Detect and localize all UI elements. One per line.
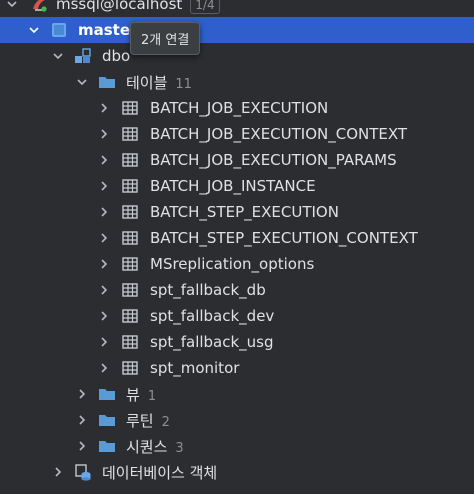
table-icon xyxy=(121,125,139,143)
database-icon xyxy=(50,21,68,39)
routines-group-label: 루틴 xyxy=(126,411,154,430)
database-objects-icon xyxy=(74,463,92,481)
table-name: spt_fallback_usg xyxy=(150,333,274,351)
table-row[interactable]: spt_fallback_db xyxy=(0,277,474,303)
connection-name: mssql@localhost xyxy=(56,0,183,13)
table-icon xyxy=(121,151,139,169)
connection-tooltip: 2개 연결 xyxy=(130,22,201,55)
table-name: spt_fallback_db xyxy=(150,281,266,299)
tree-row-sequences-group[interactable]: 시퀀스 3 xyxy=(0,433,474,459)
mssql-server-icon xyxy=(30,0,48,13)
folder-icon xyxy=(98,73,116,91)
routines-count: 2 xyxy=(161,414,170,430)
tree-row-database-master[interactable]: master xyxy=(0,17,474,43)
table-row[interactable]: BATCH_JOB_EXECUTION_CONTEXT xyxy=(0,121,474,147)
table-name: BATCH_STEP_EXECUTION_CONTEXT xyxy=(150,229,418,247)
chevron-down-icon[interactable] xyxy=(4,0,20,12)
chevron-right-icon[interactable] xyxy=(74,412,90,428)
database-objects-label: 데이터베이스 객체 xyxy=(102,463,218,482)
table-row[interactable]: BATCH_STEP_EXECUTION_CONTEXT xyxy=(0,225,474,251)
tree-row-views-group[interactable]: 뷰1 xyxy=(0,381,474,407)
chevron-right-icon[interactable] xyxy=(96,178,112,194)
table-row[interactable]: BATCH_JOB_INSTANCE xyxy=(0,173,474,199)
schema-name: dbo xyxy=(102,47,131,65)
table-row[interactable]: spt_fallback_dev xyxy=(0,303,474,329)
tree-row-routines-group[interactable]: 루틴 2 xyxy=(0,407,474,433)
table-row[interactable]: BATCH_JOB_EXECUTION xyxy=(0,95,474,121)
chevron-down-icon[interactable] xyxy=(74,74,90,90)
schema-icon xyxy=(74,47,92,65)
connection-count-badge: 1/4 xyxy=(190,0,220,14)
chevron-right-icon[interactable] xyxy=(96,282,112,298)
table-icon xyxy=(121,229,139,247)
table-icon xyxy=(121,359,139,377)
table-icon xyxy=(121,281,139,299)
table-name: BATCH_STEP_EXECUTION xyxy=(150,203,339,221)
table-icon xyxy=(121,307,139,325)
table-row[interactable]: BATCH_STEP_EXECUTION xyxy=(0,199,474,225)
table-row[interactable]: BATCH_JOB_EXECUTION_PARAMS xyxy=(0,147,474,173)
table-icon xyxy=(121,99,139,117)
table-icon xyxy=(121,177,139,195)
views-group-label: 뷰 xyxy=(126,385,140,404)
table-name: BATCH_JOB_EXECUTION_PARAMS xyxy=(150,151,397,169)
table-name: spt_fallback_dev xyxy=(150,307,275,325)
database-explorer-tree: mssql@localhost 1/4 master dbo 테이블 11 BA… xyxy=(0,0,474,485)
tree-row-tables-group[interactable]: 테이블 11 xyxy=(0,69,474,95)
chevron-right-icon[interactable] xyxy=(96,360,112,376)
sequences-group-label: 시퀀스 xyxy=(126,437,168,456)
chevron-right-icon[interactable] xyxy=(96,308,112,324)
chevron-right-icon[interactable] xyxy=(96,230,112,246)
chevron-right-icon[interactable] xyxy=(96,204,112,220)
table-name: BATCH_JOB_EXECUTION_CONTEXT xyxy=(150,125,408,143)
tree-row-connection[interactable]: mssql@localhost 1/4 xyxy=(0,0,474,17)
table-name: BATCH_JOB_INSTANCE xyxy=(150,177,316,195)
chevron-down-icon[interactable] xyxy=(50,48,66,64)
chevron-right-icon[interactable] xyxy=(96,100,112,116)
tables-count: 11 xyxy=(175,76,192,92)
table-icon xyxy=(121,255,139,273)
table-name: spt_monitor xyxy=(150,359,240,377)
folder-icon xyxy=(98,437,116,455)
sequences-count: 3 xyxy=(175,440,184,456)
table-row[interactable]: spt_fallback_usg xyxy=(0,329,474,355)
table-icon xyxy=(121,203,139,221)
views-count: 1 xyxy=(147,388,157,404)
table-name: MSreplication_options xyxy=(150,255,315,273)
tables-group-label: 테이블 xyxy=(126,73,168,92)
chevron-right-icon[interactable] xyxy=(96,334,112,350)
table-row[interactable]: MSreplication_options xyxy=(0,251,474,277)
tree-row-schema-dbo[interactable]: dbo xyxy=(0,43,474,69)
chevron-right-icon[interactable] xyxy=(50,464,66,480)
chevron-down-icon[interactable] xyxy=(26,22,42,38)
table-name: BATCH_JOB_EXECUTION xyxy=(150,99,329,117)
folder-icon xyxy=(98,411,116,429)
chevron-right-icon[interactable] xyxy=(96,256,112,272)
chevron-right-icon[interactable] xyxy=(96,126,112,142)
database-name: master xyxy=(78,21,138,39)
chevron-right-icon[interactable] xyxy=(96,152,112,168)
chevron-right-icon[interactable] xyxy=(74,438,90,454)
table-icon xyxy=(121,333,139,351)
tree-row-database-objects[interactable]: 데이터베이스 객체 xyxy=(0,459,474,485)
folder-icon xyxy=(98,385,116,403)
table-row[interactable]: spt_monitor xyxy=(0,355,474,381)
chevron-right-icon[interactable] xyxy=(74,386,90,402)
